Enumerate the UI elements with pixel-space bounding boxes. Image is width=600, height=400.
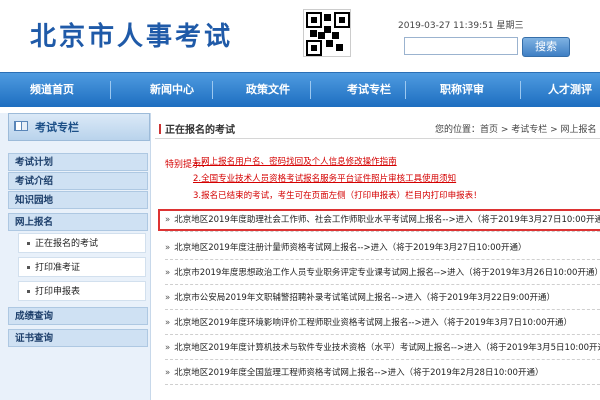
nav-item-titles[interactable]: 职称评审 bbox=[440, 73, 484, 107]
exam-row[interactable]: » 北京地区2019年度全国监理工程师资格考试网上报名-->进入（将于2019年2… bbox=[165, 363, 600, 385]
exam-row[interactable]: » 北京地区2019年度注册计量师资格考试网上报名-->进入（将于2019年3月2… bbox=[165, 238, 600, 260]
exam-link[interactable]: 北京地区2019年度全国监理工程师资格考试网上报名-->进入（将于2019年2月… bbox=[174, 368, 543, 378]
bullet-arrow-icon: » bbox=[165, 268, 171, 278]
main-content: 正在报名的考试 您的位置：首页 > 考试专栏 > 网上报名 特别提示： 1.网上… bbox=[155, 113, 600, 400]
header: 北京市人事考试 2019-03-27 11:39:51 星期三 搜索 bbox=[0, 0, 600, 72]
bullet-arrow-icon: » bbox=[165, 368, 171, 378]
datetime: 2019-03-27 11:39:51 星期三 bbox=[398, 21, 524, 31]
notice-link[interactable]: 1.网上报名用户名、密码找回及个人信息修改操作指南 bbox=[193, 155, 397, 167]
exam-row[interactable]: » 北京地区2019年度计算机技术与软件专业技术资格（水平）考试网上报名-->进入… bbox=[165, 338, 600, 360]
sidebar-item-knowledge[interactable]: 知识园地 bbox=[8, 191, 148, 209]
sidebar-header: 考试专栏 bbox=[8, 113, 150, 141]
exam-link[interactable]: 北京市公安局2019年文职辅警招聘补录考试笔试网上报名-->进入（将于2019年… bbox=[174, 293, 555, 303]
exam-link[interactable]: 北京市2019年度思想政治工作人员专业职务评定专业课考试网上报名-->进入（将于… bbox=[174, 268, 600, 278]
search-button[interactable]: 搜索 bbox=[522, 37, 570, 57]
site-title: 北京市人事考试 bbox=[30, 22, 234, 52]
sidebar: 考试专栏 考试计划 考试介绍 知识园地 网上报名 正在报名的考试 打印准考证 打… bbox=[0, 113, 151, 400]
sidebar-item-certificate-query[interactable]: 证书查询 bbox=[8, 329, 148, 347]
exam-link[interactable]: 北京地区2019年度环境影响评价工程师职业资格考试网上报名-->进入（将于201… bbox=[174, 318, 572, 328]
exam-row[interactable]: » 北京地区2019年度环境影响评价工程师职业资格考试网上报名-->进入（将于20… bbox=[165, 313, 600, 335]
nav-item-home[interactable]: 频道首页 bbox=[30, 73, 74, 107]
nav-item-exams[interactable]: 考试专栏 bbox=[347, 73, 391, 107]
qr-code-icon bbox=[303, 9, 351, 57]
sidebar-item-online-registration[interactable]: 网上报名 bbox=[8, 213, 148, 231]
exam-row[interactable]: » 北京市公安局2019年文职辅警招聘补录考试笔试网上报名-->进入（将于2019… bbox=[165, 288, 600, 310]
exam-link[interactable]: 北京地区2019年度注册计量师资格考试网上报名-->进入（将于2019年3月27… bbox=[174, 243, 526, 253]
sidebar-item-score-query[interactable]: 成绩查询 bbox=[8, 307, 148, 325]
notice-text: 1.网上报名用户名、密码找回及个人信息修改操作指南 bbox=[193, 157, 397, 167]
bullet-arrow-icon: » bbox=[165, 243, 171, 253]
nav-item-assessment[interactable]: 人才测评 bbox=[548, 73, 592, 107]
exam-link[interactable]: 北京地区2019年度计算机技术与软件专业技术资格（水平）考试网上报名-->进入（… bbox=[174, 343, 600, 353]
nav-item-news[interactable]: 新闻中心 bbox=[150, 73, 194, 107]
exam-row[interactable]: » 北京市2019年度思想政治工作人员专业职务评定专业课考试网上报名-->进入（将… bbox=[165, 263, 600, 285]
notice-text: 2.全国专业技术人员资格考试报名服务平台证件照片审核工具使用须知 bbox=[193, 174, 457, 184]
bullet-arrow-icon: » bbox=[165, 293, 171, 303]
bullet-arrow-icon: » bbox=[165, 318, 171, 328]
exam-link[interactable]: 北京地区2019年度助理社会工作师、社会工作师职业水平考试网上报名-->进入（将… bbox=[174, 215, 600, 225]
nav-item-policy[interactable]: 政策文件 bbox=[246, 73, 290, 107]
sidebar-item-exam-plan[interactable]: 考试计划 bbox=[8, 153, 148, 171]
main-nav: 频道首页 新闻中心 政策文件 考试专栏 职称评审 人才测评 bbox=[0, 72, 600, 107]
sidebar-item-exam-intro[interactable]: 考试介绍 bbox=[8, 172, 148, 190]
book-icon bbox=[14, 121, 28, 131]
sidebar-subitem-print-form[interactable]: 打印申报表 bbox=[18, 281, 146, 301]
page: 北京市人事考试 2019-03-27 11:39:51 星期三 搜索 频道首页 … bbox=[0, 0, 600, 400]
bullet-arrow-icon: » bbox=[165, 343, 171, 353]
sidebar-subitem-print-admission[interactable]: 打印准考证 bbox=[18, 257, 146, 277]
notice-text: 3.报名已结束的考试，考生可在页面左侧（打印申报表）栏目内打印申报表！ bbox=[193, 191, 482, 201]
page-title: 正在报名的考试 bbox=[159, 121, 235, 136]
sidebar-title: 考试专栏 bbox=[35, 121, 79, 134]
notice-link[interactable]: 2.全国专业技术人员资格考试报名服务平台证件照片审核工具使用须知 bbox=[193, 172, 456, 184]
main-header: 正在报名的考试 您的位置：首页 > 考试专栏 > 网上报名 bbox=[155, 118, 600, 139]
bullet-arrow-icon: » bbox=[165, 215, 171, 225]
search-input[interactable] bbox=[404, 37, 518, 55]
breadcrumb: 您的位置：首页 > 考试专栏 > 网上报名 bbox=[435, 125, 597, 135]
sidebar-subitem-current-exams[interactable]: 正在报名的考试 bbox=[18, 233, 146, 253]
exam-row[interactable]: » 北京地区2019年度助理社会工作师、社会工作师职业水平考试网上报名-->进入（… bbox=[165, 210, 600, 232]
